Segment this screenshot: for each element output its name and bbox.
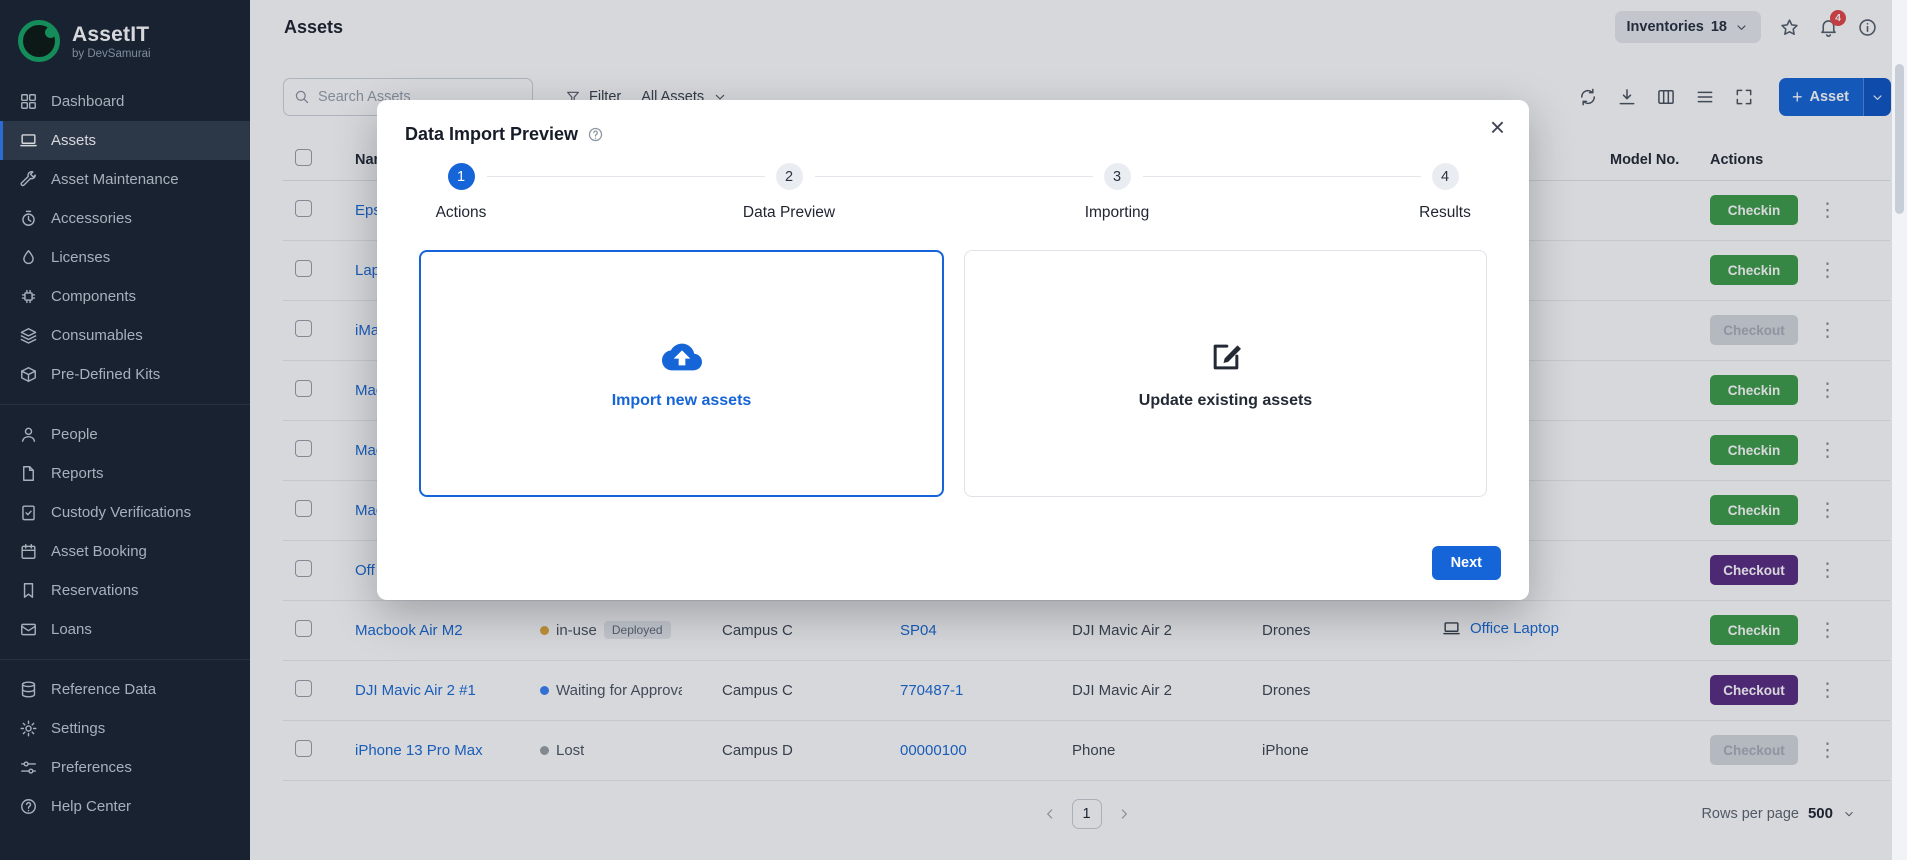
step-label: Results: [1419, 204, 1471, 222]
step-results: 4 Results: [1380, 163, 1510, 222]
stepper: 1 Actions 2 Data Preview 3 Importing 4 Results: [377, 163, 1529, 222]
cloud-upload-icon: [658, 337, 706, 377]
data-import-modal: Data Import Preview × 1 Actions 2 Data Prev…: [377, 100, 1529, 600]
step-number: 2: [776, 163, 803, 190]
update-existing-assets-card[interactable]: Update existing assets: [964, 250, 1487, 497]
import-new-assets-card[interactable]: Import new assets: [419, 250, 944, 497]
step-actions: 1 Actions: [396, 163, 526, 222]
modal-title: Data Import Preview: [405, 124, 578, 145]
step-number: 4: [1432, 163, 1459, 190]
close-icon[interactable]: ×: [1490, 114, 1505, 140]
step-number: 1: [448, 163, 475, 190]
step-label: Data Preview: [743, 204, 835, 222]
edit-icon: [1202, 337, 1250, 377]
next-button[interactable]: Next: [1432, 546, 1501, 580]
scrollbar-track[interactable]: [1892, 0, 1907, 860]
scrollbar-thumb[interactable]: [1895, 64, 1904, 214]
help-circle-icon[interactable]: [587, 126, 604, 143]
step-importing: 3 Importing: [1052, 163, 1182, 222]
import-options: Import new assetsUpdate existing assets: [419, 250, 1487, 497]
step-label: Importing: [1085, 204, 1150, 222]
step-label: Actions: [436, 204, 487, 222]
step-data-preview: 2 Data Preview: [724, 163, 854, 222]
step-number: 3: [1104, 163, 1131, 190]
